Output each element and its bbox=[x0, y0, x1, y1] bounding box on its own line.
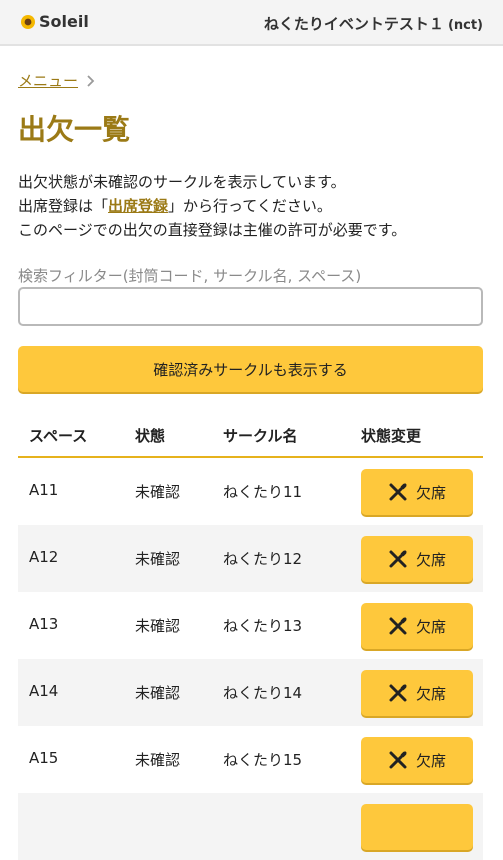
table-row: A15 未確認 ねくたり15 欠席 bbox=[18, 726, 483, 793]
mark-absent-button[interactable]: 欠席 bbox=[361, 603, 473, 649]
description-line-2-prefix: 出席登録は「 bbox=[18, 197, 109, 215]
search-filter-label: 検索フィルター(封筒コード, サークル名, スペース) bbox=[18, 267, 362, 285]
mark-absent-label: 欠席 bbox=[415, 617, 446, 636]
breadcrumb: メニュー bbox=[18, 70, 96, 91]
mark-absent-button[interactable]: 欠席 bbox=[361, 469, 473, 515]
cell-circle-name: ねくたり15 bbox=[223, 751, 303, 769]
cell-space: A12 bbox=[29, 548, 59, 566]
brand-label: Soleil bbox=[39, 12, 89, 31]
absent-cross-icon bbox=[389, 483, 407, 501]
description-line-1: 出欠状態が未確認のサークルを表示しています。 bbox=[18, 173, 346, 191]
absent-cross-icon bbox=[389, 550, 407, 568]
table-row: A13 未確認 ねくたり13 欠席 bbox=[18, 592, 483, 659]
search-filter-input[interactable] bbox=[18, 287, 483, 326]
table-row: A14 未確認 ねくたり14 欠席 bbox=[18, 659, 483, 726]
header-space: スペース bbox=[29, 427, 88, 445]
mark-absent-button[interactable]: 欠席 bbox=[361, 737, 473, 783]
cell-space: A11 bbox=[29, 481, 59, 499]
top-bar: Soleil ねくたりイベントテスト１ (nct) bbox=[0, 0, 503, 46]
mark-absent-label: 欠席 bbox=[415, 550, 446, 569]
header-status-change: 状態変更 bbox=[361, 427, 422, 445]
mark-absent-label: 欠席 bbox=[415, 483, 446, 502]
mark-absent-label: 欠席 bbox=[415, 684, 446, 703]
table-row: A11 未確認 ねくたり11 欠席 bbox=[18, 458, 483, 525]
mark-absent-button[interactable]: 欠席 bbox=[361, 536, 473, 582]
breadcrumb-menu-link[interactable]: メニュー bbox=[18, 70, 78, 91]
chevron-right-icon bbox=[87, 74, 95, 87]
cell-space: A13 bbox=[29, 615, 59, 633]
cell-status: 未確認 bbox=[135, 550, 181, 568]
brand-link[interactable]: Soleil bbox=[20, 12, 89, 31]
table-row-partial bbox=[18, 793, 483, 860]
absent-cross-icon bbox=[389, 684, 407, 702]
absent-cross-icon bbox=[389, 617, 407, 635]
cell-status: 未確認 bbox=[135, 483, 181, 501]
event-code: (nct) bbox=[447, 18, 483, 33]
cell-space: A14 bbox=[29, 682, 59, 700]
event-title: ねくたりイベントテスト１ (nct) bbox=[264, 13, 483, 34]
cell-circle-name: ねくたり11 bbox=[223, 483, 303, 501]
show-confirmed-circles-button[interactable]: 確認済みサークルも表示する bbox=[18, 346, 483, 392]
event-name: ねくたりイベントテスト１ bbox=[263, 15, 444, 33]
table-row: A12 未確認 ねくたり12 欠席 bbox=[18, 525, 483, 592]
cell-space: A15 bbox=[29, 749, 59, 767]
description: 出欠状態が未確認のサークルを表示しています。 出席登録は「出席登録」から行ってく… bbox=[18, 170, 406, 242]
cell-status: 未確認 bbox=[135, 751, 181, 769]
page-title: 出欠一覧 bbox=[18, 113, 131, 146]
header-circle-name: サークル名 bbox=[223, 427, 298, 445]
description-line-3: このページでの出欠の直接登録は主催の許可が必要です。 bbox=[18, 221, 407, 239]
header-status: 状態 bbox=[135, 427, 166, 445]
attendance-register-link[interactable]: 出席登録 bbox=[108, 197, 168, 215]
mark-absent-button[interactable]: 欠席 bbox=[361, 670, 473, 716]
description-line-2-suffix: 」から行ってください。 bbox=[168, 197, 332, 215]
mark-absent-label: 欠席 bbox=[415, 751, 446, 770]
sunflower-icon bbox=[21, 14, 35, 29]
attendance-table: スペース 状態 サークル名 状態変更 A11 未確認 ねくたり11 欠席 A12… bbox=[18, 412, 483, 860]
cell-circle-name: ねくたり12 bbox=[223, 550, 303, 568]
cell-circle-name: ねくたり14 bbox=[223, 684, 303, 702]
cell-circle-name: ねくたり13 bbox=[223, 617, 303, 635]
cell-status: 未確認 bbox=[135, 617, 181, 635]
table-header: スペース 状態 サークル名 状態変更 bbox=[18, 412, 483, 458]
cell-status: 未確認 bbox=[135, 684, 181, 702]
description-line-2: 出席登録は「出席登録」から行ってください。 bbox=[18, 194, 406, 218]
absent-cross-icon bbox=[389, 751, 407, 769]
